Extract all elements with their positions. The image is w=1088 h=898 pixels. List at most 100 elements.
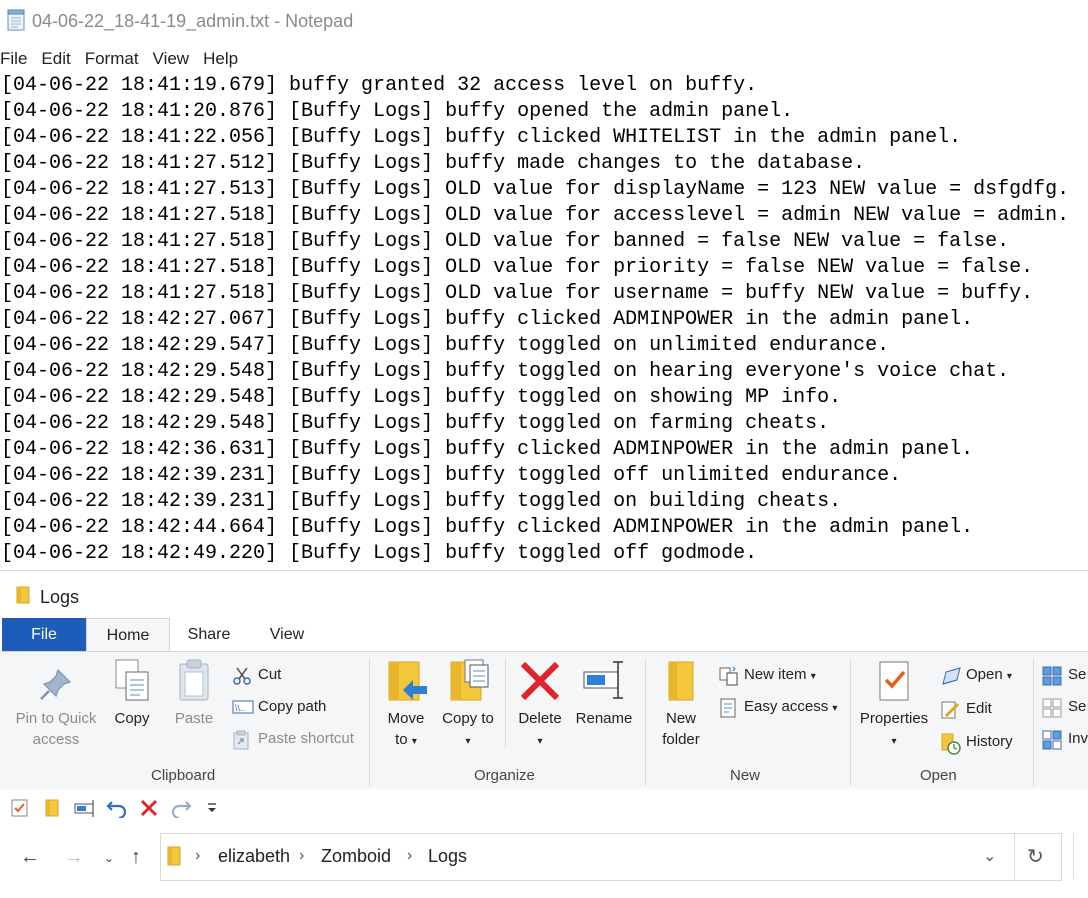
notepad-text-area[interactable]: [04-06-22 18:41:19.679] buffy granted 32… <box>0 73 1088 570</box>
log-line: [04-06-22 18:41:27.512] [Buffy Logs] buf… <box>1 152 866 175</box>
breadcrumb-chevron-icon[interactable]: › <box>299 847 304 865</box>
dropdown-arrow-icon: ▾ <box>1006 671 1012 682</box>
edit-button[interactable]: Edit <box>940 697 1020 721</box>
group-label-open: Open <box>920 767 957 784</box>
scissors-icon <box>233 667 251 685</box>
copy-button[interactable]: Copy <box>106 658 158 729</box>
menu-edit[interactable]: Edit <box>41 46 70 72</box>
breadcrumb-item[interactable]: Zomboid <box>321 846 391 867</box>
menu-format[interactable]: Format <box>85 46 139 72</box>
customize-toolbar-icon[interactable] <box>205 802 219 814</box>
pin-icon <box>40 668 72 700</box>
group-label-organize: Organize <box>474 767 535 784</box>
paste-shortcut-button[interactable]: Paste shortcut <box>232 727 362 751</box>
move-to-button[interactable]: Move to ▾ <box>380 658 432 752</box>
dropdown-arrow-icon: ▾ <box>537 736 543 747</box>
menu-file[interactable]: File <box>0 46 27 72</box>
paste-shortcut-icon <box>233 730 249 750</box>
group-divider <box>1033 658 1034 786</box>
log-line: [04-06-22 18:42:36.631] [Buffy Logs] buf… <box>1 438 974 461</box>
menu-view[interactable]: View <box>153 46 190 72</box>
cut-button[interactable]: Cut <box>232 663 352 687</box>
copy-icon <box>115 659 149 701</box>
log-line: [04-06-22 18:42:29.548] [Buffy Logs] buf… <box>1 360 1010 383</box>
select-all-button[interactable]: Se <box>1042 663 1088 687</box>
folder-icon <box>16 586 30 604</box>
address-dropdown-icon[interactable]: ⌄ <box>983 846 996 866</box>
delete-icon[interactable] <box>139 798 159 818</box>
invert-selection-button[interactable]: Inv <box>1042 727 1088 751</box>
edit-label: Edit <box>966 700 992 717</box>
breadcrumb-chevron-icon[interactable]: › <box>407 847 412 865</box>
up-arrow-icon[interactable]: ↑ <box>131 846 141 869</box>
rename-label: Rename <box>575 710 633 727</box>
breadcrumb-item[interactable]: elizabeth <box>218 846 290 867</box>
group-label-clipboard: Clipboard <box>151 767 216 784</box>
history-button[interactable]: History <box>940 730 1030 755</box>
log-line: [04-06-22 18:42:39.231] [Buffy Logs] buf… <box>1 464 902 487</box>
rename-icon[interactable] <box>74 798 98 818</box>
pin-to-quick-access-button[interactable]: Pin to Quick access <box>8 658 104 750</box>
select-none-button[interactable]: Se <box>1042 695 1088 719</box>
select-none-icon <box>1042 698 1062 718</box>
select-none-label: Se <box>1068 698 1087 715</box>
forward-arrow-icon[interactable]: → <box>64 846 84 869</box>
copy-path-icon: \\.. <box>232 700 254 714</box>
tab-view[interactable]: View <box>250 618 324 651</box>
paste-icon <box>179 659 209 701</box>
group-divider <box>645 658 646 786</box>
redo-icon[interactable] <box>170 798 192 818</box>
copy-to-label: Copy to <box>442 710 494 727</box>
open-button[interactable]: Open ▾ <box>940 663 1030 687</box>
new-folder-icon[interactable] <box>44 798 60 818</box>
dropdown-arrow-icon: ▾ <box>891 736 897 747</box>
log-line: [04-06-22 18:42:49.220] [Buffy Logs] buf… <box>1 542 758 565</box>
delete-icon <box>520 661 560 701</box>
search-box[interactable] <box>1073 833 1088 879</box>
copy-label: Copy <box>114 710 150 727</box>
address-bar-row: ← → ⌄ ↑ › elizabeth › Zomboid › Logs ⌄ ↻ <box>0 827 1088 898</box>
copy-path-button[interactable]: \\.. Copy path <box>232 695 362 719</box>
easy-access-button[interactable]: Easy access ▾ <box>718 695 848 719</box>
recent-locations-chevron-icon[interactable]: ⌄ <box>104 851 114 865</box>
breadcrumb-chevron-icon[interactable]: › <box>195 847 200 865</box>
select-all-label: Se <box>1068 666 1087 683</box>
log-line: [04-06-22 18:41:27.513] [Buffy Logs] OLD… <box>1 178 1070 201</box>
notepad-titlebar[interactable]: 04-06-22_18-41-19_admin.txt - Notepad <box>0 0 1088 44</box>
new-item-icon <box>719 666 738 686</box>
new-item-button[interactable]: New item ▾ <box>718 663 838 687</box>
notepad-title: 04-06-22_18-41-19_admin.txt - Notepad <box>32 11 354 31</box>
easy-access-icon <box>720 698 736 718</box>
tab-file[interactable]: File <box>2 618 86 651</box>
log-line: [04-06-22 18:42:27.067] [Buffy Logs] buf… <box>1 308 974 331</box>
menu-help[interactable]: Help <box>203 46 238 72</box>
rename-button[interactable]: Rename <box>573 658 635 729</box>
refresh-button[interactable]: ↻ <box>1013 833 1062 881</box>
new-folder-icon <box>668 661 694 701</box>
svg-text:\\..: \\.. <box>235 703 245 713</box>
log-line: [04-06-22 18:41:27.518] [Buffy Logs] OLD… <box>1 256 1034 279</box>
edit-icon <box>941 701 960 719</box>
log-line: [04-06-22 18:41:27.518] [Buffy Logs] OLD… <box>1 282 1034 305</box>
properties-button[interactable]: Properties ▾ <box>856 658 932 752</box>
breadcrumb-item[interactable]: Logs <box>428 846 467 867</box>
notepad-icon <box>7 9 25 31</box>
tab-share[interactable]: Share <box>170 618 248 651</box>
new-folder-button[interactable]: New folder <box>654 658 708 750</box>
undo-icon[interactable] <box>106 798 128 818</box>
dropdown-arrow-icon: ▾ <box>832 703 838 714</box>
log-line: [04-06-22 18:41:20.876] [Buffy Logs] buf… <box>1 100 794 123</box>
paste-button[interactable]: Paste <box>166 658 222 729</box>
properties-check-icon[interactable] <box>10 798 30 818</box>
organize-divider <box>505 658 506 748</box>
open-icon <box>942 667 961 685</box>
rename-icon <box>583 661 623 699</box>
history-label: History <box>966 733 1013 750</box>
copy-to-button[interactable]: Copy to ▾ <box>442 658 494 752</box>
delete-button[interactable]: Delete ▾ <box>514 658 566 752</box>
back-arrow-icon[interactable]: ← <box>20 846 40 869</box>
address-bar[interactable]: › elizabeth › Zomboid › Logs ⌄ <box>160 833 1015 881</box>
log-line: [04-06-22 18:41:27.518] [Buffy Logs] OLD… <box>1 204 1070 227</box>
properties-label: Properties <box>859 710 929 727</box>
tab-home[interactable]: Home <box>86 618 170 653</box>
